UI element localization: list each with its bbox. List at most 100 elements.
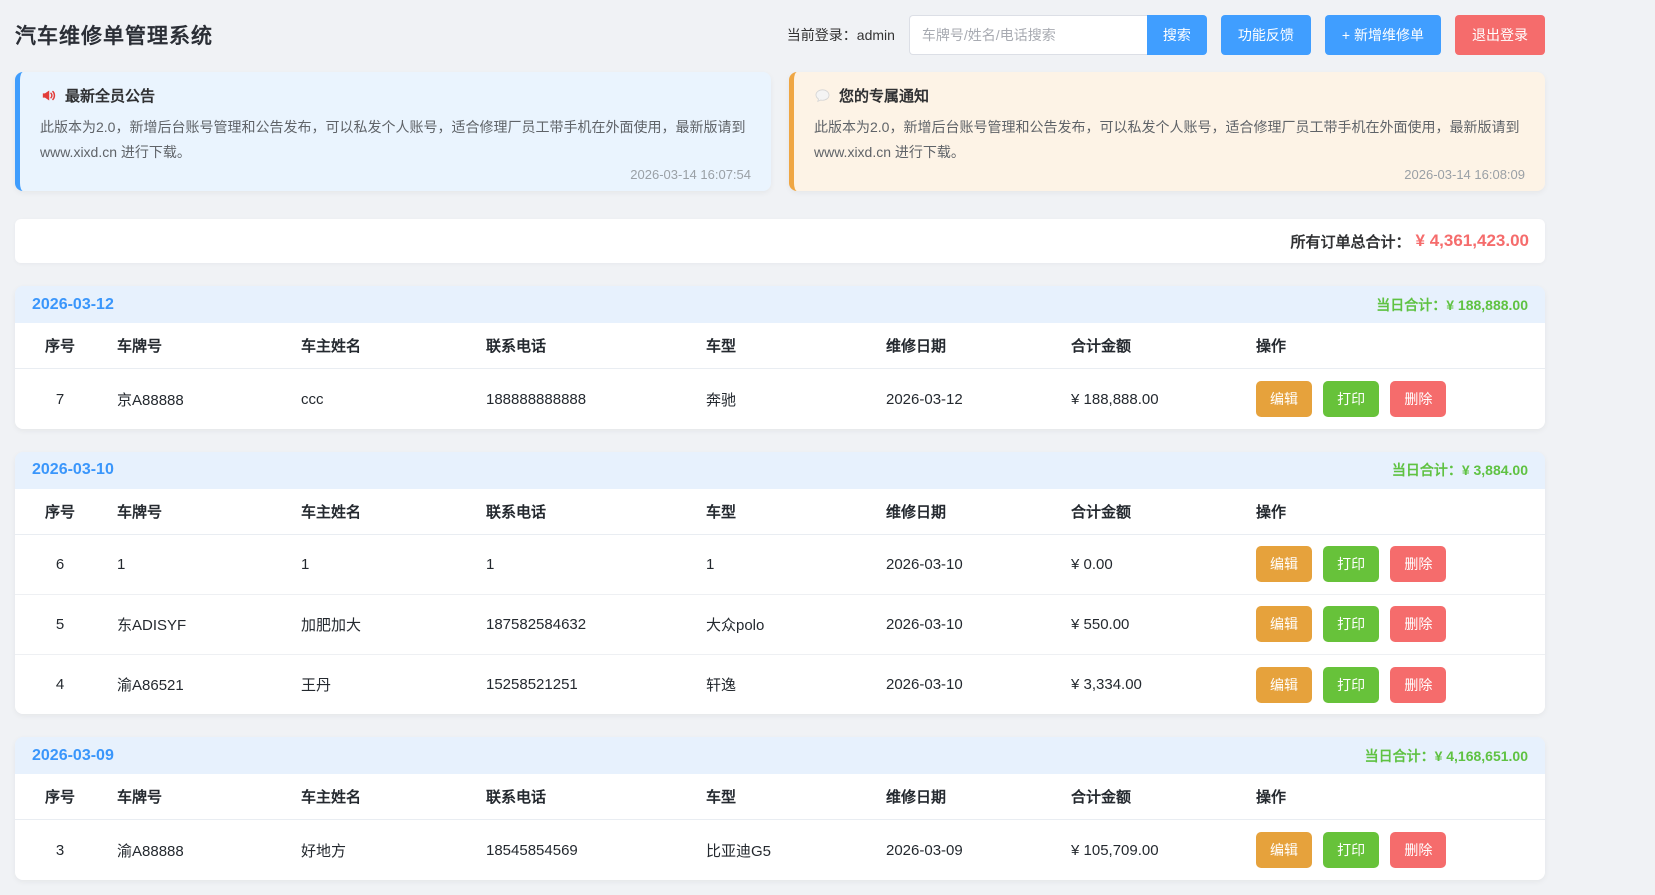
column-header: 车型	[694, 323, 874, 369]
cell-plate: 东ADISYF	[105, 594, 289, 654]
edit-button[interactable]: 编辑	[1256, 381, 1312, 417]
day-section-header: 2026-03-12 当日合计：¥ 188,888.00	[15, 286, 1545, 323]
cell-plate: 渝A86521	[105, 654, 289, 714]
cell-repair-date: 2026-03-10	[874, 534, 1059, 594]
announcement-title: 最新全员公告	[65, 85, 155, 106]
cell-order-no: 5	[15, 594, 105, 654]
cell-actions: 编辑 打印 删除	[1244, 820, 1545, 880]
day-total-label: 当日合计：	[1365, 748, 1435, 764]
column-header: 联系电话	[474, 774, 694, 820]
day-section-header: 2026-03-09 当日合计：¥ 4,168,651.00	[15, 737, 1545, 774]
cell-actions: 编辑 打印 删除	[1244, 534, 1545, 594]
delete-button[interactable]: 删除	[1390, 832, 1446, 868]
notice-title-row: 您的专属通知	[814, 85, 1525, 106]
delete-button[interactable]: 删除	[1390, 546, 1446, 582]
cell-repair-date: 2026-03-10	[874, 594, 1059, 654]
cell-car-model: 比亚迪G5	[694, 820, 874, 880]
column-header: 车牌号	[105, 323, 289, 369]
edit-button[interactable]: 编辑	[1256, 606, 1312, 642]
delete-button[interactable]: 删除	[1390, 606, 1446, 642]
delete-button[interactable]: 删除	[1390, 381, 1446, 417]
app-title: 汽车维修单管理系统	[15, 20, 213, 50]
cell-plate: 1	[105, 534, 289, 594]
cell-amount: ¥ 105,709.00	[1059, 820, 1244, 880]
login-user: admin	[857, 27, 895, 43]
day-total-amount: ¥ 3,884.00	[1462, 462, 1528, 478]
search-button[interactable]: 搜索	[1147, 15, 1207, 55]
column-header: 车型	[694, 774, 874, 820]
column-header: 车牌号	[105, 774, 289, 820]
table-row: 6 1 1 1 1 2026-03-10 ¥ 0.00 编辑 打印 删除	[15, 534, 1545, 594]
cell-amount: ¥ 0.00	[1059, 534, 1244, 594]
day-total: 当日合计：¥ 3,884.00	[1392, 460, 1528, 480]
table-header-row: 序号车牌号车主姓名联系电话车型维修日期合计金额操作	[15, 774, 1545, 820]
column-header: 联系电话	[474, 489, 694, 535]
cell-phone: 188888888888	[474, 369, 694, 429]
column-header: 序号	[15, 489, 105, 535]
cell-plate: 京A88888	[105, 369, 289, 429]
notice-body: 此版本为2.0，新增后台账号管理和公告发布，可以私发个人账号，适合修理厂员工带手…	[814, 115, 1525, 165]
day-total: 当日合计：¥ 4,168,651.00	[1365, 746, 1528, 766]
table-body: 7 京A88888 ccc 188888888888 奔驰 2026-03-12…	[15, 369, 1545, 429]
edit-button[interactable]: 编辑	[1256, 546, 1312, 582]
cell-owner-name: 王丹	[289, 654, 474, 714]
cell-car-model: 大众polo	[694, 594, 874, 654]
table-header-row: 序号车牌号车主姓名联系电话车型维修日期合计金额操作	[15, 323, 1545, 369]
notice-timestamp: 2026-03-14 16:08:09	[814, 167, 1525, 182]
cell-order-no: 4	[15, 654, 105, 714]
section-date: 2026-03-10	[32, 461, 114, 479]
column-header: 车型	[694, 489, 874, 535]
table-row: 3 渝A88888 好地方 18545854569 比亚迪G5 2026-03-…	[15, 820, 1545, 880]
column-header: 合计金额	[1059, 774, 1244, 820]
column-header: 操作	[1244, 774, 1545, 820]
column-header: 车主姓名	[289, 774, 474, 820]
cell-owner-name: 加肥加大	[289, 594, 474, 654]
column-header: 序号	[15, 323, 105, 369]
add-repair-order-button[interactable]: + 新增维修单	[1325, 15, 1441, 55]
cell-plate: 渝A88888	[105, 820, 289, 880]
cell-repair-date: 2026-03-09	[874, 820, 1059, 880]
search-group: 搜索	[909, 15, 1207, 55]
column-header: 车主姓名	[289, 489, 474, 535]
grand-total-amount: ¥ 4,361,423.00	[1416, 231, 1529, 251]
print-button[interactable]: 打印	[1323, 606, 1379, 642]
chat-bubble-icon	[814, 87, 831, 104]
feedback-button[interactable]: 功能反馈	[1221, 15, 1311, 55]
delete-button[interactable]: 删除	[1390, 667, 1446, 703]
column-header: 操作	[1244, 323, 1545, 369]
search-input[interactable]	[909, 15, 1147, 55]
section-date: 2026-03-09	[32, 747, 114, 765]
edit-button[interactable]: 编辑	[1256, 832, 1312, 868]
login-info: 当前登录：admin	[787, 25, 895, 45]
notice-title: 您的专属通知	[839, 85, 929, 106]
logout-button[interactable]: 退出登录	[1455, 15, 1545, 55]
table-row: 7 京A88888 ccc 188888888888 奔驰 2026-03-12…	[15, 369, 1545, 429]
cell-actions: 编辑 打印 删除	[1244, 594, 1545, 654]
print-button[interactable]: 打印	[1323, 667, 1379, 703]
cell-amount: ¥ 550.00	[1059, 594, 1244, 654]
print-button[interactable]: 打印	[1323, 381, 1379, 417]
cell-amount: ¥ 3,334.00	[1059, 654, 1244, 714]
print-button[interactable]: 打印	[1323, 832, 1379, 868]
grand-total-label: 所有订单总合计：	[1291, 231, 1411, 252]
orders-table: 序号车牌号车主姓名联系电话车型维修日期合计金额操作 6 1 1 1 1 2026…	[15, 489, 1545, 715]
print-button[interactable]: 打印	[1323, 546, 1379, 582]
cell-repair-date: 2026-03-10	[874, 654, 1059, 714]
day-table-card: 序号车牌号车主姓名联系电话车型维修日期合计金额操作 6 1 1 1 1 2026…	[15, 489, 1545, 715]
day-table-card: 序号车牌号车主姓名联系电话车型维修日期合计金额操作 7 京A88888 ccc …	[15, 323, 1545, 429]
cell-repair-date: 2026-03-12	[874, 369, 1059, 429]
cell-actions: 编辑 打印 删除	[1244, 654, 1545, 714]
cell-owner-name: 1	[289, 534, 474, 594]
day-section: 2026-03-10 当日合计：¥ 3,884.00 序号车牌号车主姓名联系电话…	[15, 452, 1545, 715]
table-body: 6 1 1 1 1 2026-03-10 ¥ 0.00 编辑 打印 删除 5 东…	[15, 534, 1545, 714]
cell-car-model: 1	[694, 534, 874, 594]
day-sections: 2026-03-12 当日合计：¥ 188,888.00 序号车牌号车主姓名联系…	[15, 286, 1545, 880]
cell-owner-name: ccc	[289, 369, 474, 429]
column-header: 维修日期	[874, 774, 1059, 820]
edit-button[interactable]: 编辑	[1256, 667, 1312, 703]
column-header: 联系电话	[474, 323, 694, 369]
orders-table: 序号车牌号车主姓名联系电话车型维修日期合计金额操作 7 京A88888 ccc …	[15, 323, 1545, 429]
cell-phone: 187582584632	[474, 594, 694, 654]
announcement-body: 此版本为2.0，新增后台账号管理和公告发布，可以私发个人账号，适合修理厂员工带手…	[40, 115, 751, 165]
cell-order-no: 7	[15, 369, 105, 429]
